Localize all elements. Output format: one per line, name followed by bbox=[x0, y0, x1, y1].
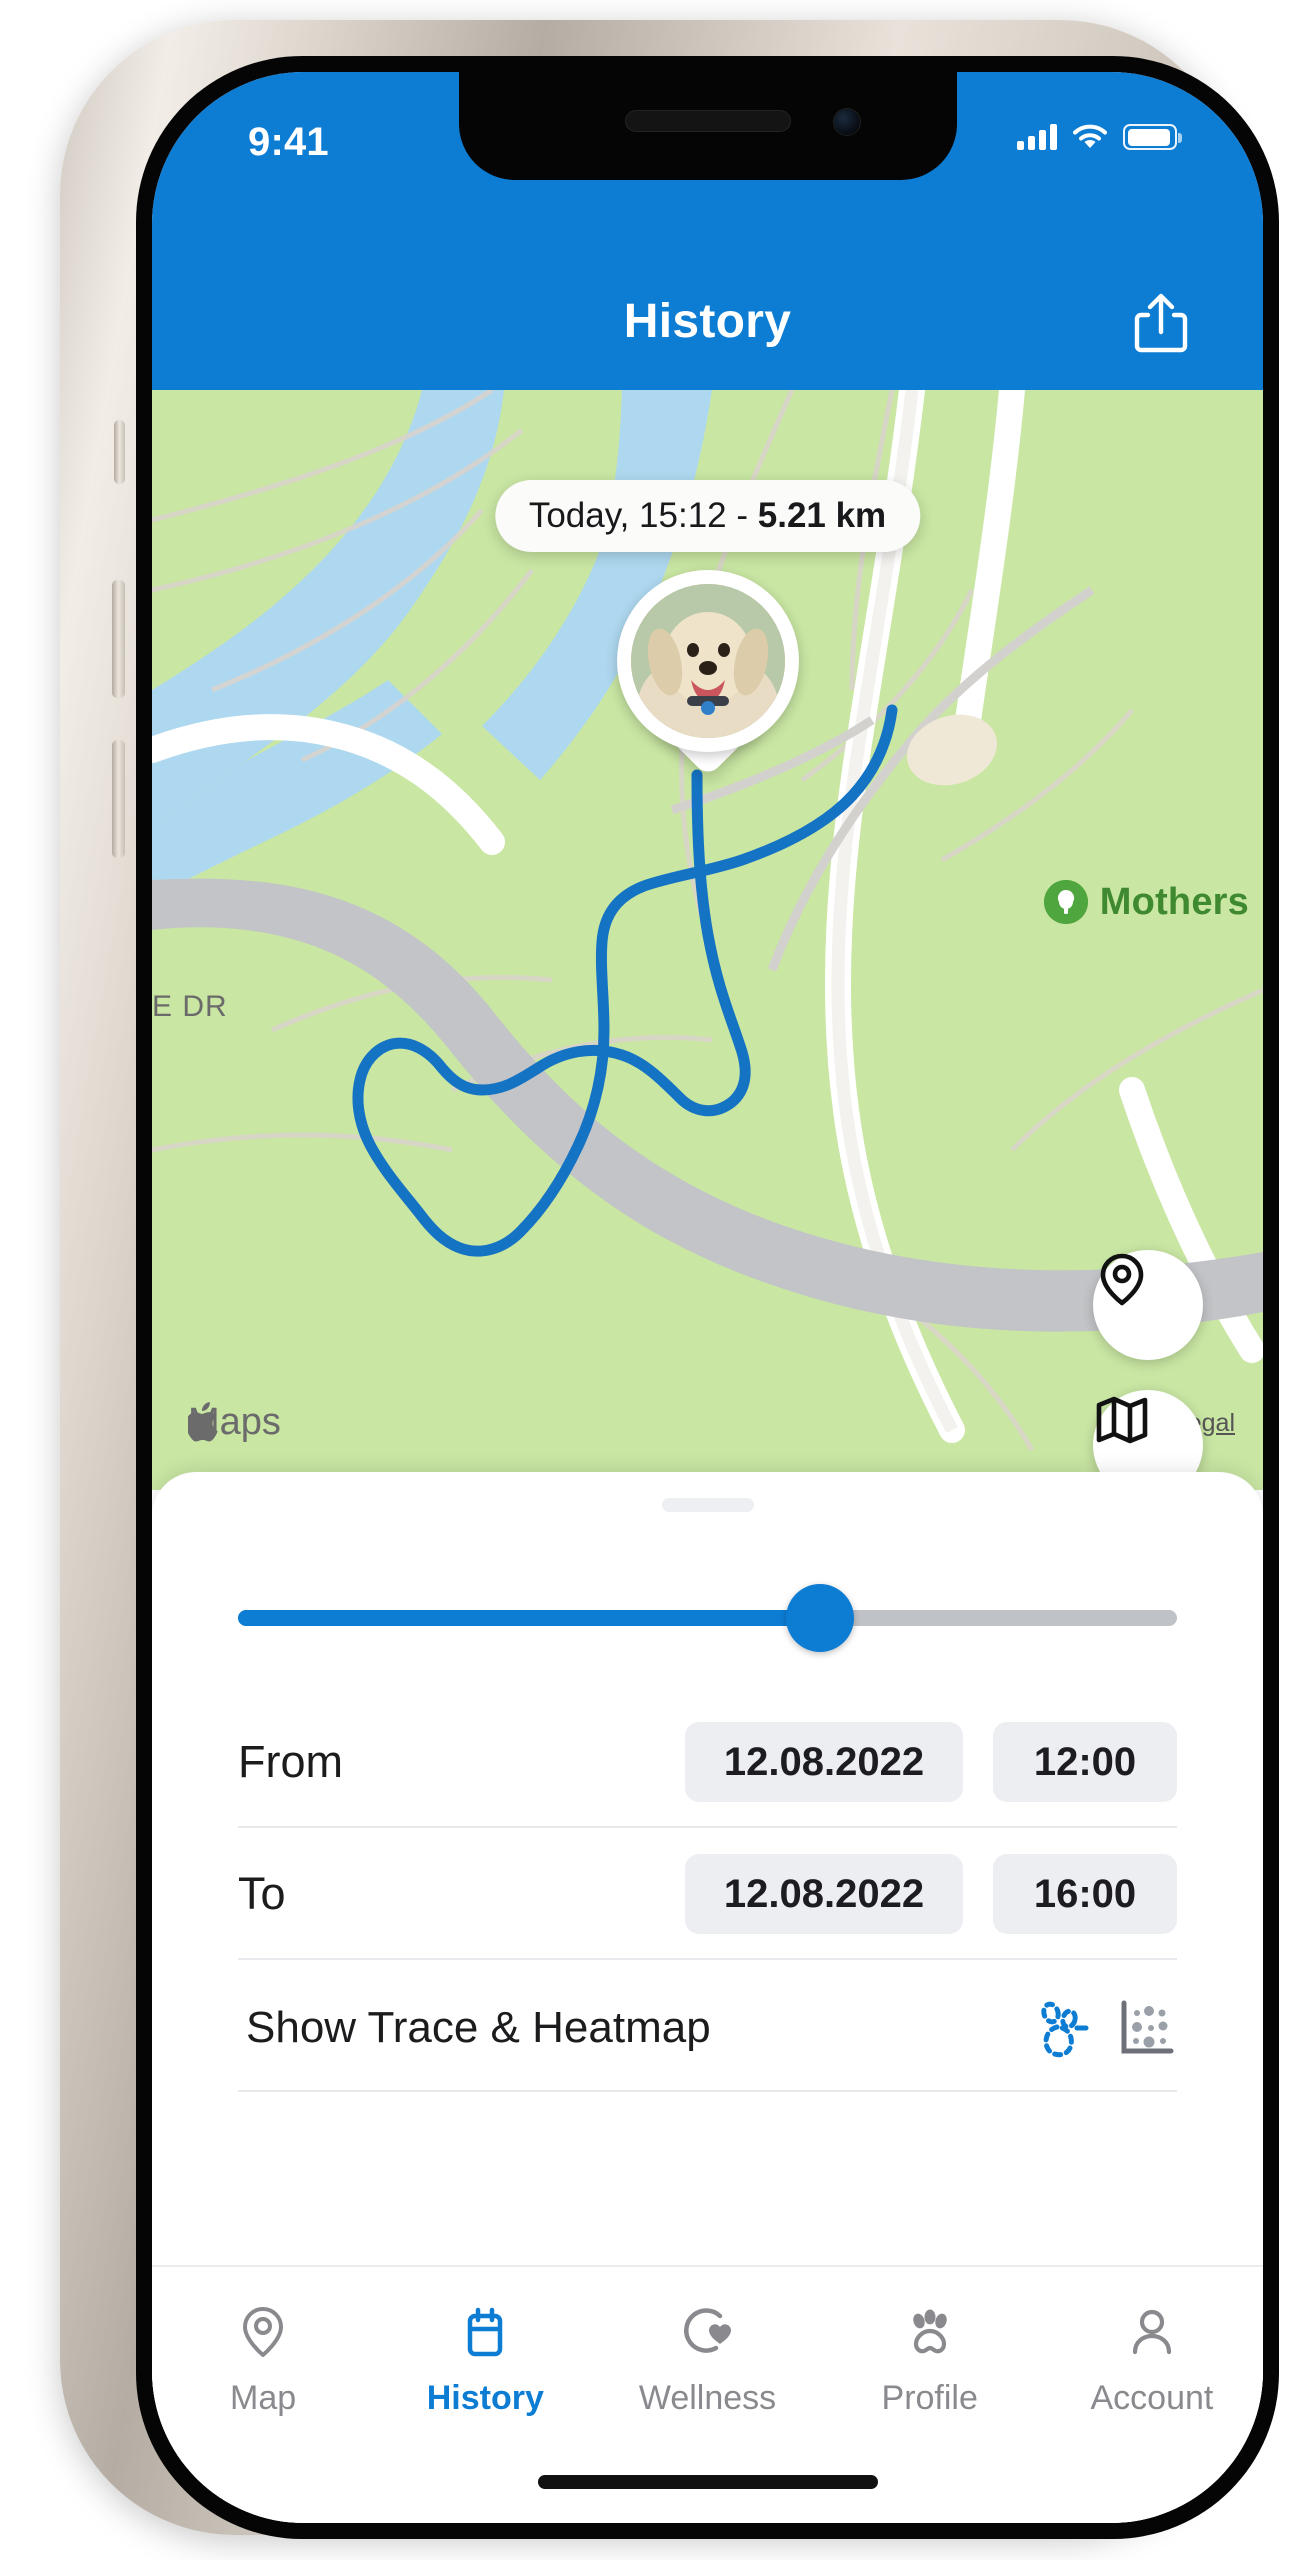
map-attribution: Maps bbox=[188, 1401, 281, 1444]
tab-account[interactable]: Account bbox=[1041, 2301, 1263, 2418]
volume-up-button[interactable] bbox=[112, 580, 125, 698]
wifi-icon bbox=[1073, 124, 1107, 148]
cellular-signal-icon bbox=[1017, 124, 1057, 150]
tab-history-label: History bbox=[426, 2379, 544, 2417]
page-title: History bbox=[623, 295, 792, 348]
slider-fill bbox=[238, 1610, 821, 1626]
tab-account-label: Account bbox=[1090, 2379, 1214, 2417]
street-label: E DR bbox=[152, 990, 228, 1023]
bottom-sheet: From 12.08.2022 12:00 To 12.08.2022 16:0… bbox=[152, 1472, 1263, 2523]
apple-logo-icon bbox=[188, 1402, 218, 1442]
time-slider[interactable] bbox=[238, 1584, 1177, 1652]
row-to: To 12.08.2022 16:00 bbox=[152, 1828, 1263, 1960]
tab-map-label: Map bbox=[230, 2379, 297, 2417]
trace-paw-icon[interactable] bbox=[1027, 1997, 1089, 2059]
from-time-field[interactable]: 12:00 bbox=[993, 1722, 1177, 1802]
battery-icon bbox=[1123, 124, 1182, 150]
home-indicator[interactable] bbox=[537, 2475, 878, 2489]
slider-knob[interactable] bbox=[786, 1584, 855, 1652]
tab-wellness[interactable]: Wellness bbox=[596, 2301, 818, 2418]
row-trace-heatmap: Show Trace & Heatmap bbox=[152, 1964, 1263, 2092]
park-tree-icon bbox=[1043, 880, 1088, 924]
tab-profile-label: Profile bbox=[881, 2379, 978, 2417]
volume-down-button[interactable] bbox=[112, 740, 125, 858]
map-view[interactable]: Today, 15:12 - 5.21 km Mothers E DR Maps… bbox=[152, 390, 1263, 1490]
calendar-icon bbox=[454, 2301, 516, 2363]
to-time-field[interactable]: 16:00 bbox=[993, 1854, 1177, 1934]
pet-location-pin[interactable] bbox=[616, 570, 799, 778]
mute-switch[interactable] bbox=[114, 420, 125, 484]
poi-label: Mothers bbox=[1099, 880, 1249, 923]
person-icon bbox=[1121, 2301, 1183, 2363]
row-from: From 12.08.2022 12:00 bbox=[152, 1696, 1263, 1828]
map-pin-icon bbox=[232, 2301, 294, 2363]
phone-frame: History 9:41 Today, 15:12 - 5.21 km Moth… bbox=[60, 20, 1279, 2539]
tab-history[interactable]: History bbox=[374, 2301, 596, 2418]
heatmap-chart-icon[interactable] bbox=[1115, 1997, 1177, 2059]
sheet-grabber[interactable] bbox=[661, 1498, 754, 1512]
status-bar: 9:41 bbox=[152, 72, 1263, 180]
share-icon[interactable] bbox=[1131, 290, 1191, 354]
callout-distance: 5.21 km bbox=[757, 496, 887, 535]
heart-activity-icon bbox=[677, 2301, 739, 2363]
screenshot-root: History 9:41 Today, 15:12 - 5.21 km Moth… bbox=[0, 0, 1293, 2560]
to-label: To bbox=[238, 1868, 286, 1919]
tab-profile[interactable]: Profile bbox=[819, 2301, 1041, 2418]
locate-button[interactable] bbox=[1093, 1250, 1203, 1360]
phone-screen: History 9:41 Today, 15:12 - 5.21 km Moth… bbox=[152, 72, 1263, 2523]
trace-heatmap-toggles bbox=[1027, 1997, 1177, 2059]
status-time: 9:41 bbox=[248, 120, 329, 164]
paw-icon bbox=[899, 2301, 961, 2363]
dog-avatar bbox=[630, 584, 785, 738]
time-slider-row bbox=[152, 1558, 1263, 1678]
callout-timestamp: Today, 15:12 - bbox=[528, 496, 758, 535]
from-label: From bbox=[238, 1736, 343, 1787]
tab-wellness-label: Wellness bbox=[638, 2379, 777, 2417]
to-date-field[interactable]: 12.08.2022 bbox=[685, 1854, 963, 1934]
tab-map[interactable]: Map bbox=[152, 2301, 374, 2418]
from-date-field[interactable]: 12.08.2022 bbox=[685, 1722, 963, 1802]
status-indicators bbox=[1017, 124, 1182, 150]
track-callout: Today, 15:12 - 5.21 km bbox=[494, 480, 921, 552]
trace-heatmap-label: Show Trace & Heatmap bbox=[246, 2003, 711, 2052]
poi-mothers[interactable]: Mothers bbox=[1043, 880, 1249, 924]
